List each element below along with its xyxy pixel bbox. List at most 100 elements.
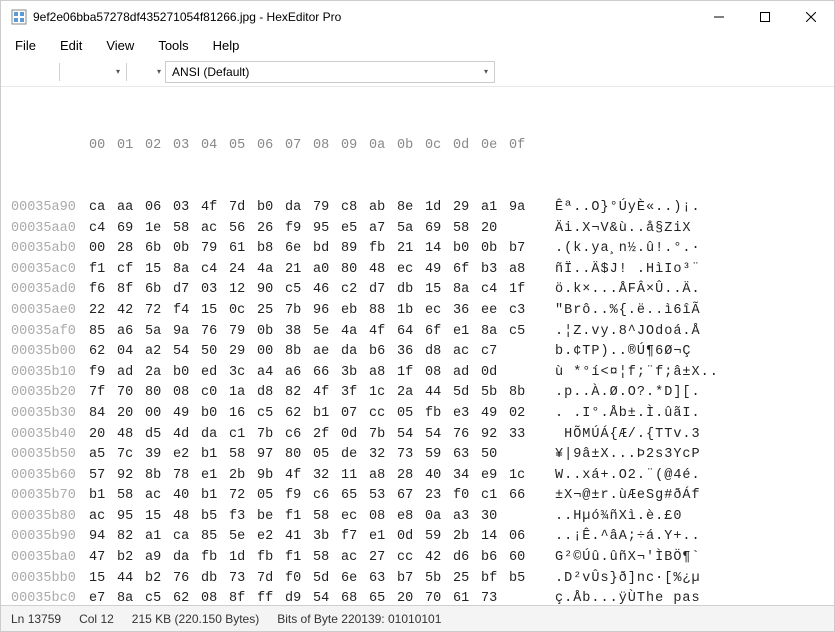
hex-byte[interactable]: 20 <box>89 425 117 446</box>
hex-ascii[interactable]: .(k.ya¸n½.û!.°.· <box>537 239 701 260</box>
hex-byte[interactable]: c5 <box>145 589 173 605</box>
hex-byte[interactable]: 2a <box>145 363 173 384</box>
hex-byte[interactable]: 94 <box>89 527 117 548</box>
hex-byte[interactable]: da <box>341 342 369 363</box>
hex-byte[interactable]: 25 <box>257 301 285 322</box>
hex-byte[interactable]: 20 <box>397 589 425 605</box>
hex-byte[interactable]: 03 <box>201 280 229 301</box>
hex-byte[interactable]: 61 <box>453 589 481 605</box>
hex-byte[interactable]: 15 <box>145 260 173 281</box>
hex-byte[interactable]: b7 <box>509 239 537 260</box>
hex-byte[interactable]: 56 <box>229 219 257 240</box>
hex-byte[interactable]: 0d <box>481 363 509 384</box>
hex-byte[interactable]: 07 <box>341 404 369 425</box>
hex-byte[interactable]: 7d <box>257 569 285 590</box>
hex-byte[interactable]: ad <box>117 363 145 384</box>
hex-byte[interactable]: f1 <box>89 260 117 281</box>
hex-byte[interactable]: 68 <box>341 589 369 605</box>
hex-byte[interactable]: b0 <box>453 239 481 260</box>
hex-ascii[interactable]: "Brô..%{.ë..ì6îÃ <box>537 301 701 322</box>
hex-bytes[interactable]: 00286b0b7961b86ebd89fb2114b00bb7 <box>89 239 537 260</box>
hex-byte[interactable]: 44 <box>117 569 145 590</box>
hex-byte[interactable]: 1c <box>509 466 537 487</box>
minimize-button[interactable] <box>696 1 742 33</box>
hex-byte[interactable]: cf <box>117 260 145 281</box>
hex-byte[interactable]: aa <box>117 198 145 219</box>
hex-byte[interactable]: 84 <box>89 404 117 425</box>
hex-byte[interactable]: e9 <box>481 466 509 487</box>
hex-byte[interactable]: c1 <box>481 486 509 507</box>
hex-byte[interactable]: da <box>285 198 313 219</box>
hex-byte[interactable]: 1d <box>229 548 257 569</box>
hex-byte[interactable]: da <box>173 548 201 569</box>
hex-byte[interactable]: ac <box>89 507 117 528</box>
hex-byte[interactable]: 8a <box>453 280 481 301</box>
hex-byte[interactable]: ca <box>173 527 201 548</box>
menu-help[interactable]: Help <box>213 38 240 53</box>
hex-byte[interactable]: 67 <box>397 486 425 507</box>
hex-byte[interactable]: 3b <box>341 363 369 384</box>
hex-bytes[interactable]: 85a65a9a76790b385e4a4f646fe18ac5 <box>89 322 537 343</box>
hex-byte[interactable]: 22 <box>89 301 117 322</box>
hex-byte[interactable]: 62 <box>173 589 201 605</box>
hex-byte[interactable]: a1 <box>481 198 509 219</box>
hex-byte[interactable]: 1c <box>369 383 397 404</box>
hex-byte[interactable]: 60 <box>509 548 537 569</box>
hex-byte[interactable]: f7 <box>341 527 369 548</box>
hex-byte[interactable]: b0 <box>201 404 229 425</box>
hex-byte[interactable]: b0 <box>257 198 285 219</box>
hex-byte[interactable]: c6 <box>285 425 313 446</box>
hex-byte[interactable]: 0b <box>257 322 285 343</box>
hex-byte[interactable]: 82 <box>117 527 145 548</box>
hex-byte[interactable]: b1 <box>89 486 117 507</box>
hex-byte[interactable]: 72 <box>145 301 173 322</box>
hex-byte[interactable]: ad <box>453 363 481 384</box>
hex-byte[interactable]: 3f <box>341 383 369 404</box>
hex-byte[interactable]: e2 <box>173 445 201 466</box>
hex-byte[interactable]: 4f <box>369 322 397 343</box>
hex-byte[interactable]: 00 <box>257 342 285 363</box>
save-button[interactable] <box>31 61 53 83</box>
hex-bytes[interactable]: 224272f4150c257b96eb881bec36eec3 <box>89 301 537 322</box>
hex-byte[interactable]: 8a <box>481 322 509 343</box>
hex-byte[interactable]: e3 <box>453 404 481 425</box>
hex-byte[interactable]: b2 <box>145 569 173 590</box>
hex-byte[interactable]: f9 <box>89 363 117 384</box>
hex-ascii[interactable]: W..xá+.O2.¨(@4é. <box>537 466 701 487</box>
hex-byte[interactable]: 9a <box>173 322 201 343</box>
hex-byte[interactable]: 5e <box>229 527 257 548</box>
hex-byte[interactable]: 6f <box>453 260 481 281</box>
hex-byte[interactable]: 73 <box>397 445 425 466</box>
hex-bytes[interactable]: 57928b78e12b9b4f3211a8284034e91c <box>89 466 537 487</box>
hex-byte[interactable]: 7f <box>89 383 117 404</box>
hex-byte[interactable]: e8 <box>397 507 425 528</box>
hex-byte[interactable]: 6e <box>341 569 369 590</box>
hex-byte[interactable]: 2b <box>453 527 481 548</box>
hex-byte[interactable]: d5 <box>145 425 173 446</box>
hex-byte[interactable]: 73 <box>229 569 257 590</box>
hex-bytes[interactable]: caaa06034f7db0da79c8ab8e1d29a19a <box>89 198 537 219</box>
hex-byte[interactable]: 6e <box>285 239 313 260</box>
hex-byte[interactable]: 50 <box>201 342 229 363</box>
hex-byte[interactable]: a2 <box>145 342 173 363</box>
hex-byte[interactable]: c6 <box>313 486 341 507</box>
hex-byte[interactable]: ac <box>341 548 369 569</box>
hex-byte[interactable]: 58 <box>117 486 145 507</box>
hex-byte[interactable]: 16 <box>229 404 257 425</box>
hex-byte[interactable]: 6b <box>145 280 173 301</box>
hex-byte[interactable]: 49 <box>425 260 453 281</box>
hex-byte[interactable]: 70 <box>425 589 453 605</box>
hex-bytes[interactable]: 47b2a9dafb1dfbf158ac27cc42d6b660 <box>89 548 537 569</box>
hex-byte[interactable]: 06 <box>509 527 537 548</box>
hex-byte[interactable]: 1e <box>145 219 173 240</box>
hex-byte[interactable]: 72 <box>229 486 257 507</box>
hex-byte[interactable]: 00 <box>145 404 173 425</box>
hex-byte[interactable]: 20 <box>117 404 145 425</box>
hex-byte[interactable]: 23 <box>425 486 453 507</box>
hex-byte[interactable]: c8 <box>341 198 369 219</box>
hex-byte[interactable]: a6 <box>117 322 145 343</box>
hex-bytes[interactable]: 2048d54ddac17bc62f0d7b5454769233 <box>89 425 537 446</box>
hex-byte[interactable]: bd <box>313 239 341 260</box>
hex-byte[interactable]: 26 <box>257 219 285 240</box>
hex-byte[interactable]: 05 <box>397 404 425 425</box>
